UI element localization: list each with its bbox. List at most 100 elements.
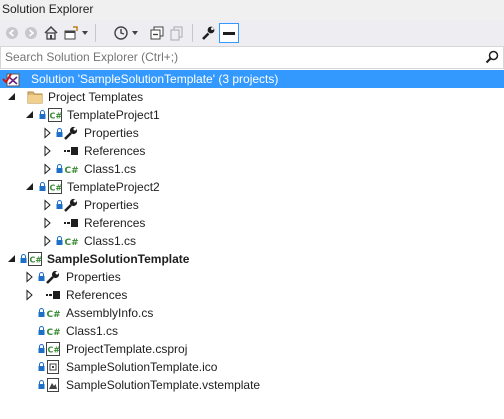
lock-icon: [39, 107, 46, 123]
collapsed-arrow-icon[interactable]: [43, 145, 53, 157]
svg-text:C#: C#: [30, 256, 43, 265]
chevron-down-icon[interactable]: [80, 24, 90, 42]
window-title: Solution Explorer: [2, 2, 94, 16]
wrench-icon: [45, 269, 61, 285]
svg-text:C#: C#: [47, 310, 61, 320]
references-label: References: [84, 144, 146, 158]
collapsed-arrow-icon[interactable]: [43, 199, 53, 211]
icon-file-icon: [45, 359, 61, 375]
tree-row-project[interactable]: C# SampleSolutionTemplate: [0, 250, 504, 268]
csharp-project-icon: C#: [45, 341, 61, 357]
file-label: Class1.cs: [84, 234, 137, 248]
back-icon[interactable]: [3, 24, 21, 42]
title-bar: Solution Explorer: [0, 0, 504, 21]
references-icon: [45, 287, 61, 303]
search-icon[interactable]: [485, 50, 499, 67]
toolbar: [0, 20, 504, 47]
tree-row-file[interactable]: C# Class1.cs: [0, 160, 504, 178]
expanded-arrow-icon[interactable]: [7, 253, 17, 265]
svg-text:C#: C#: [50, 184, 63, 193]
collapsed-arrow-icon[interactable]: [43, 163, 53, 175]
expanded-arrow-icon[interactable]: [25, 181, 35, 193]
toolbar-separator: [95, 24, 96, 42]
properties-icon[interactable]: [199, 24, 217, 42]
collapsed-arrow-icon[interactable]: [25, 289, 35, 301]
tree-row-references[interactable]: References: [0, 286, 504, 304]
csharp-project-icon: C#: [47, 179, 63, 195]
lock-icon: [38, 377, 45, 393]
csharp-file-icon: C#: [46, 323, 62, 339]
template-file-icon: [45, 377, 61, 393]
tree-row-file[interactable]: C# Class1.cs: [0, 322, 504, 340]
home-icon[interactable]: [42, 24, 60, 42]
project-label: TemplateProject1: [67, 108, 160, 122]
lock-icon: [20, 251, 27, 267]
svg-text:C#: C#: [65, 238, 79, 248]
lock-icon: [56, 125, 63, 141]
file-label: ProjectTemplate.csproj: [66, 342, 188, 356]
tree-row-project[interactable]: C# TemplateProject1: [0, 106, 504, 124]
file-label: SampleSolutionTemplate.vstemplate: [66, 378, 261, 392]
references-icon: [63, 143, 79, 159]
tree-row-references[interactable]: References: [0, 142, 504, 160]
project-label: TemplateProject2: [67, 180, 160, 194]
forward-icon[interactable]: [22, 24, 40, 42]
properties-label: Properties: [66, 270, 121, 284]
expanded-arrow-icon[interactable]: [7, 91, 17, 103]
references-label: References: [66, 288, 128, 302]
csharp-file-icon: C#: [64, 161, 80, 177]
chevron-down-icon[interactable]: [130, 24, 140, 42]
tree-row-folder[interactable]: Project Templates: [0, 88, 504, 106]
file-label: Class1.cs: [66, 324, 119, 338]
svg-text:C#: C#: [50, 112, 63, 121]
show-all-files-icon[interactable]: [168, 24, 186, 42]
tree-row-file[interactable]: SampleSolutionTemplate.ico: [0, 358, 504, 376]
tree-row-properties[interactable]: Properties: [0, 196, 504, 214]
collapsed-arrow-icon[interactable]: [43, 235, 53, 247]
tree-row-references[interactable]: References: [0, 214, 504, 232]
csharp-project-icon: C#: [47, 107, 63, 123]
svg-text:C#: C#: [47, 328, 61, 338]
solution-tree: Solution 'SampleSolutionTemplate' (3 pro…: [0, 69, 504, 419]
svg-text:C#: C#: [48, 346, 61, 355]
expanded-arrow-icon[interactable]: [25, 109, 35, 121]
wrench-icon: [63, 125, 79, 141]
collapse-all-icon[interactable]: [148, 24, 166, 42]
lock-icon: [38, 341, 45, 357]
file-label: Class1.cs: [84, 162, 137, 176]
file-label: SampleSolutionTemplate.ico: [66, 360, 218, 374]
csharp-project-icon: C#: [27, 251, 43, 267]
folder-label: Project Templates: [48, 90, 144, 104]
toolbar-separator: [192, 24, 193, 42]
solution-icon: [2, 71, 20, 87]
project-label: SampleSolutionTemplate: [47, 252, 190, 266]
tree-row-solution[interactable]: Solution 'SampleSolutionTemplate' (3 pro…: [0, 70, 504, 88]
lock-icon: [38, 269, 45, 285]
tree-row-properties[interactable]: Properties: [0, 124, 504, 142]
properties-label: Properties: [84, 126, 139, 140]
switch-views-icon[interactable]: [62, 24, 80, 42]
lock-icon: [38, 305, 45, 321]
preview-icon[interactable]: [219, 23, 239, 43]
history-icon[interactable]: [112, 24, 130, 42]
tree-row-file[interactable]: SampleSolutionTemplate.vstemplate: [0, 376, 504, 394]
references-icon: [63, 215, 79, 231]
tree-row-file[interactable]: C# Class1.cs: [0, 232, 504, 250]
tree-row-properties[interactable]: Properties: [0, 268, 504, 286]
svg-text:C#: C#: [65, 166, 79, 176]
lock-icon: [56, 161, 63, 177]
csharp-file-icon: C#: [46, 305, 62, 321]
lock-icon: [38, 359, 45, 375]
tree-row-file[interactable]: C# ProjectTemplate.csproj: [0, 340, 504, 358]
collapsed-arrow-icon[interactable]: [43, 127, 53, 139]
csharp-file-icon: C#: [64, 233, 80, 249]
collapsed-arrow-icon[interactable]: [43, 217, 53, 229]
tree-row-project[interactable]: C# TemplateProject2: [0, 178, 504, 196]
folder-icon: [27, 89, 43, 105]
tree-row-file[interactable]: C# AssemblyInfo.cs: [0, 304, 504, 322]
search-box[interactable]: [0, 46, 504, 69]
references-label: References: [84, 216, 146, 230]
search-input[interactable]: [3, 48, 477, 65]
collapsed-arrow-icon[interactable]: [25, 271, 35, 283]
lock-icon: [39, 179, 46, 195]
